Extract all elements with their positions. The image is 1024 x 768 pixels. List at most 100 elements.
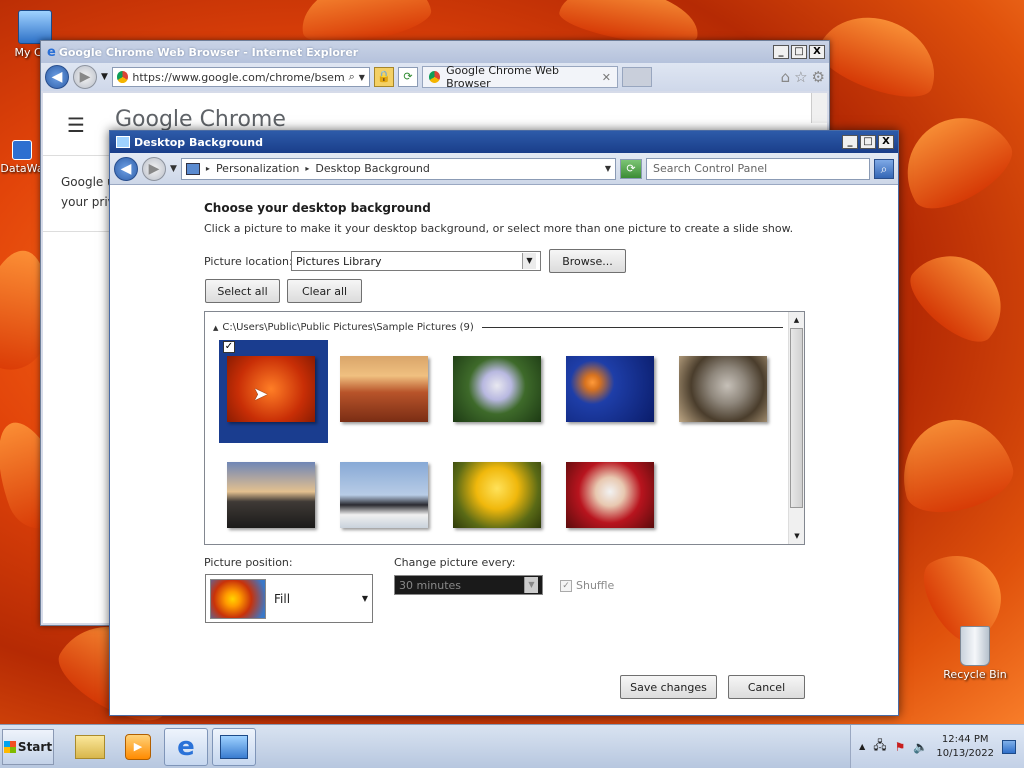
close-tab-icon[interactable]: ✕ (602, 71, 611, 84)
position-preview-icon (210, 578, 266, 619)
picture-position-select[interactable]: Fill ▼ (205, 574, 373, 623)
picture-desert[interactable] (340, 356, 428, 422)
browse-button[interactable]: Browse... (549, 249, 626, 273)
page-subtitle: Click a picture to make it your desktop … (204, 222, 794, 235)
picture-position-label: Picture position: (204, 556, 293, 569)
favorites-star-icon[interactable]: ☆ (794, 68, 807, 86)
search-input[interactable]: Search Control Panel (646, 157, 870, 180)
breadcrumb-dropdown-icon[interactable]: ▼ (605, 164, 611, 173)
search-icon[interactable]: ⌕ (874, 158, 894, 179)
picture-tulips[interactable] (453, 462, 541, 528)
gear-icon[interactable]: ⚙ (812, 68, 825, 86)
chrome-icon (428, 71, 441, 83)
back-icon[interactable]: ◀ (114, 156, 138, 181)
picture-hydrangeas[interactable] (453, 356, 541, 422)
address-dropdown-icon[interactable]: ▼ (359, 73, 365, 82)
picture-checkbox[interactable]: ✓ (223, 341, 235, 353)
clear-all-button[interactable]: Clear all (287, 279, 362, 303)
mouse-cursor-icon: ➤ (253, 384, 269, 405)
scroll-up-icon[interactable]: ▲ (789, 312, 804, 328)
start-button[interactable]: Start (2, 728, 54, 765)
forward-icon[interactable]: ▶ (142, 156, 166, 181)
volume-icon[interactable]: 🔈 (913, 740, 928, 754)
address-bar[interactable]: https://www.google.com/chrome/bsem/c ⌕ ▼ (111, 67, 370, 87)
lock-icon[interactable]: 🔒 (373, 67, 394, 87)
recycle-bin-icon (960, 626, 990, 666)
picture-list[interactable]: ▲ C:\Users\Public\Public Pictures\Sample… (204, 311, 805, 545)
scroll-thumb[interactable] (790, 328, 803, 508)
refresh-icon[interactable]: ⟳ (397, 67, 418, 87)
checkbox-icon[interactable]: ✓ (560, 579, 572, 592)
show-desktop-button[interactable] (1002, 739, 1016, 754)
computer-icon (18, 10, 52, 44)
cp-titlebar[interactable]: Desktop Background _ □ X (110, 131, 898, 153)
shuffle-label: Shuffle (576, 579, 615, 592)
picture-koala[interactable] (679, 356, 767, 422)
cancel-button[interactable]: Cancel (728, 675, 805, 699)
picture-location-label: Picture location: (204, 255, 293, 268)
breadcrumb-desktop-background[interactable]: Desktop Background (315, 162, 430, 175)
maximize-button[interactable]: □ (860, 135, 876, 149)
taskbar-internet-explorer[interactable]: e (164, 727, 208, 766)
desktop-icon-label: Recycle Bin (943, 668, 1007, 681)
breadcrumb-arrow-icon[interactable]: ▸ (305, 164, 309, 173)
control-panel-icon (185, 162, 200, 175)
page-title: Choose your desktop background (204, 201, 431, 215)
control-panel-icon (116, 136, 130, 148)
clock[interactable]: 12:44 PM 10/13/2022 (936, 733, 994, 761)
breadcrumb-arrow-icon[interactable]: ▸ (206, 164, 210, 173)
save-changes-button[interactable]: Save changes (620, 675, 717, 699)
maximize-button[interactable]: □ (791, 45, 807, 59)
scroll-down-icon[interactable]: ▼ (789, 528, 805, 544)
desktop-icon-datawa[interactable]: DataWa (0, 140, 44, 175)
breadcrumb-personalization[interactable]: Personalization (216, 162, 299, 175)
picture-jellyfish[interactable] (566, 356, 654, 422)
desktop-background-window[interactable]: Desktop Background _ □ X ◀ ▶ ▼ ▸ Persona… (109, 130, 899, 716)
picture-group-header[interactable]: ▲ C:\Users\Public\Public Pictures\Sample… (213, 322, 783, 333)
taskbar-explorer[interactable] (68, 728, 112, 766)
minimize-button[interactable]: _ (773, 45, 789, 59)
picture-chrysanthemum[interactable]: ➤ (227, 356, 315, 422)
forward-icon[interactable]: ▶ (73, 65, 97, 89)
chevron-down-icon[interactable]: ▼ (362, 594, 368, 603)
hamburger-menu-icon[interactable]: ☰ (67, 113, 85, 137)
picture-penguins[interactable] (340, 462, 428, 528)
collapse-icon[interactable]: ▲ (213, 324, 218, 332)
close-button[interactable]: X (878, 135, 894, 149)
minimize-button[interactable]: _ (842, 135, 858, 149)
show-hidden-icons-icon[interactable]: ▲ (859, 742, 865, 751)
control-panel-icon (220, 734, 248, 759)
google-chrome-logo: Google Chrome (115, 107, 286, 132)
search-icon[interactable]: ⌕ (349, 70, 355, 84)
chevron-down-icon[interactable]: ▼ (170, 164, 177, 174)
chevron-down-icon[interactable]: ▼ (522, 253, 536, 269)
browser-tab[interactable]: Google Chrome Web Browser ✕ (421, 64, 618, 90)
picture-location-select[interactable]: Pictures Library ▼ (291, 251, 541, 271)
change-picture-interval-select[interactable]: 30 minutes ▼ (394, 575, 543, 595)
action-center-flag-icon[interactable]: ⚑ (895, 740, 906, 754)
desktop-icon-recycle-bin[interactable]: Recycle Bin (940, 626, 1010, 681)
chevron-down-icon[interactable]: ▼ (101, 72, 108, 82)
select-all-button[interactable]: Select all (205, 279, 280, 303)
picture-santa[interactable] (566, 462, 654, 528)
refresh-icon[interactable]: ⟳ (620, 158, 642, 179)
ie-titlebar[interactable]: e Google Chrome Web Browser - Internet E… (41, 41, 829, 63)
desktop-icon-label: DataWa (0, 162, 44, 175)
breadcrumb[interactable]: ▸ Personalization ▸ Desktop Background ▼ (180, 157, 616, 180)
clock-date: 10/13/2022 (936, 747, 994, 759)
cp-window-title: Desktop Background (134, 135, 264, 149)
network-icon[interactable]: 🖧 (873, 736, 886, 757)
shuffle-checkbox[interactable]: ✓ Shuffle (560, 579, 614, 592)
taskbar-control-panel[interactable] (212, 727, 256, 766)
new-tab-button[interactable] (621, 67, 652, 87)
scrollbar[interactable] (811, 93, 827, 123)
taskbar-media-player[interactable]: ▶ (116, 728, 160, 766)
picture-lighthouse[interactable] (227, 462, 315, 528)
picture-position-value: Fill (274, 591, 291, 606)
scrollbar[interactable]: ▲ ▼ (788, 312, 804, 544)
close-button[interactable]: X (809, 45, 825, 59)
home-icon[interactable]: ⌂ (781, 68, 791, 86)
tab-title: Google Chrome Web Browser (446, 64, 559, 90)
back-icon[interactable]: ◀ (45, 65, 69, 89)
chevron-down-icon[interactable]: ▼ (524, 577, 538, 593)
